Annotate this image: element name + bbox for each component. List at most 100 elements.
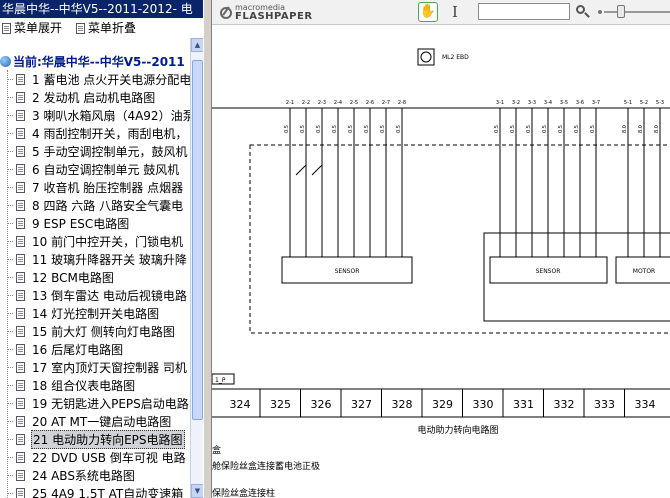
scroll-up-arrow-icon[interactable]: ▲ (191, 38, 203, 52)
menu-bar: 菜单展开 菜单折叠 (0, 18, 203, 38)
tree-item-label: 8 四路 六路 八路安全气囊电 (32, 198, 184, 213)
zoom-slider[interactable] (596, 3, 670, 21)
tree-connector (7, 186, 13, 188)
tree-item[interactable]: 22 DVD USB 倒车可视 电路 (0, 448, 200, 466)
tree-item-label: 24 ABS系统电路图 (32, 468, 135, 483)
tree-item[interactable]: 19 无钥匙进入PEPS启动电路 (0, 394, 200, 412)
page-icon (16, 253, 25, 265)
page-icon (2, 22, 11, 34)
wire-size-label: 0.5 (494, 125, 500, 133)
tree-item[interactable]: 18 组合仪表电路图 (0, 376, 200, 394)
tree-connector (7, 168, 13, 170)
tree-item[interactable]: 1 蓄电池 点火开关电源分配电 (0, 70, 200, 88)
menu-collapse-label: 菜单折叠 (88, 21, 137, 35)
text-select-tool-icon[interactable]: I (448, 2, 462, 22)
ruler-number: 332 (554, 398, 575, 411)
tree-item-label: 6 自动空调控制单元 鼓风机 (32, 162, 180, 177)
page-icon (16, 343, 25, 355)
sensor-box-label: SENSOR (536, 268, 561, 275)
wire-size-label: 8.0 (654, 125, 660, 133)
ecu-dashed-outline (249, 144, 670, 334)
tree-item[interactable]: 9 ESP ESC电路图 (0, 214, 200, 232)
tree-connector (7, 456, 13, 458)
page-icon (16, 235, 25, 247)
tree-item[interactable]: 12 BCM电路图 (0, 268, 200, 286)
tree-item[interactable]: 3 喇叭水箱风扇（4A92）油泵 (0, 106, 200, 124)
scroll-down-arrow-icon[interactable]: ▼ (191, 484, 203, 498)
find-input[interactable] (478, 3, 570, 20)
note-line: 盒 (212, 444, 221, 456)
page-icon (16, 415, 25, 427)
tree-item-label: 9 ESP ESC电路图 (32, 216, 130, 231)
ruler-number: 329 (432, 398, 453, 411)
tree-item[interactable]: 2 发动机 启动机电路图 (0, 88, 200, 106)
ruler-number: 330 (473, 398, 494, 411)
tree-item[interactable]: 10 前门中控开关，门锁电机 (0, 232, 200, 250)
pin-label: 2-2 (302, 100, 310, 106)
pin-label: 2-5 (350, 100, 358, 106)
page-icon (16, 451, 25, 463)
tree-connector (7, 348, 13, 350)
pin-label: 2-3 (318, 100, 326, 106)
tree-item-label: 10 前门中控开关，门锁电机 (32, 234, 184, 249)
ruler-number: 324 (230, 398, 251, 411)
page-icon (16, 109, 25, 121)
page-icon (16, 217, 25, 229)
page-icon (16, 163, 25, 175)
tree-item[interactable]: 24 ABS系统电路图 (0, 466, 200, 484)
tree-item[interactable]: 6 自动空调控制单元 鼓风机 (0, 160, 200, 178)
tree-connector (7, 366, 13, 368)
tree-item[interactable]: 7 收音机 胎压控制器 点烟器 (0, 178, 200, 196)
navigation-pane: 华晨中华--中华V5--2011-2012- 电 菜单展开 菜单折叠 当前:华晨… (0, 0, 203, 498)
tree-item-label: 7 收音机 胎压控制器 点烟器 (32, 180, 184, 195)
tree-connector (7, 438, 13, 440)
tree-item-label: 21 电动助力转向EPS电路图 (31, 429, 185, 449)
tree-connector (7, 222, 13, 224)
pane-splitter[interactable] (203, 0, 212, 498)
tree-item[interactable]: 4 雨刮控制开关，雨刮电机， (0, 124, 200, 142)
page-icon (16, 487, 25, 498)
document-viewer: macromedia FLASHPAPER ✋ I ML2 EBD 2-1 0.5… (212, 0, 670, 498)
wire-size-label: 0.5 (574, 125, 580, 133)
menu-expand-button[interactable]: 菜单展开 (2, 18, 62, 38)
tree-item-label: 4 雨刮控制开关，雨刮电机， (32, 126, 188, 141)
tree-item[interactable]: 14 灯光控制开关电路图 (0, 304, 200, 322)
menu-collapse-button[interactable]: 菜单折叠 (76, 18, 136, 38)
zoom-track (604, 11, 670, 13)
header-label: ML2 EBD (442, 54, 469, 61)
zoom-knob[interactable] (616, 5, 625, 18)
tree-item-label: 2 发动机 启动机电路图 (32, 90, 156, 105)
pin-label: 2-7 (382, 100, 390, 106)
tree-item-label: 1 蓄电池 点火开关电源分配电 (32, 72, 192, 87)
tree-item[interactable]: 8 四路 六路 八路安全气囊电 (0, 196, 200, 214)
page-icon (16, 91, 25, 103)
menu-expand-label: 菜单展开 (14, 21, 63, 35)
tree-scrollbar[interactable]: ▲ ▼ (190, 38, 203, 498)
pin-label: 5-3 (656, 100, 664, 106)
tree-item[interactable]: 20 AT MT一键启动电路图 (0, 412, 200, 430)
tree-connector (7, 384, 13, 386)
tree-item[interactable]: 15 前大灯 侧转向灯电路图 (0, 322, 200, 340)
sensor-box-label: SENSOR (335, 268, 360, 275)
wire-size-label: 0.5 (332, 125, 338, 133)
wire-group-left: 2-1 0.5 2-2 0.5 2-3 0.5 2-4 0.5 2-5 0.5 2-6 0.5 2-7 0… (284, 100, 406, 257)
tree-item[interactable]: 5 手动空调控制单元，鼓风机 (0, 142, 200, 160)
wire-size-label: 0.5 (300, 125, 306, 133)
search-handle (584, 12, 590, 18)
search-icon[interactable] (574, 3, 592, 21)
scroll-thumb[interactable] (192, 60, 203, 420)
tree-item[interactable]: 11 玻璃升降器开关 玻璃升降 (0, 250, 200, 268)
tree-item[interactable]: 25 4A9 1.5T AT自动变速箱 (0, 484, 200, 498)
hand-tool-icon[interactable]: ✋ (418, 2, 438, 22)
tree-connector (7, 150, 13, 152)
pin-label: 3-7 (592, 100, 600, 106)
tree-item-label: 17 室内顶灯天窗控制器 司机 (32, 360, 187, 375)
ruler-number: 331 (513, 398, 534, 411)
tree-root[interactable]: 当前:华晨中华--中华V5--2011 (0, 52, 185, 70)
wire-size-label: 8.0 (622, 125, 628, 133)
tree-item[interactable]: 13 倒车雷达 电动后视镜电路 (0, 286, 200, 304)
tree-item[interactable]: 21 电动助力转向EPS电路图 (0, 429, 200, 449)
zoom-out-dot (598, 10, 602, 14)
tree-item[interactable]: 16 后尾灯电路图 (0, 340, 200, 358)
tree-item[interactable]: 17 室内顶灯天窗控制器 司机 (0, 358, 200, 376)
